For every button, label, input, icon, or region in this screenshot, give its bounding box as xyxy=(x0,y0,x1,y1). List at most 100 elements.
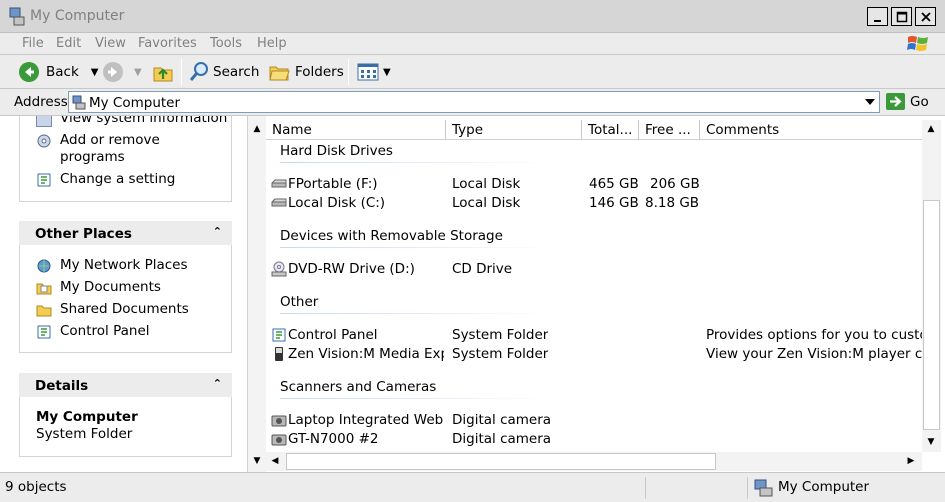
group-header-removable-storage: Devices with Removable Storage xyxy=(280,228,503,244)
add-remove-programs-icon xyxy=(37,134,51,148)
title-bar[interactable]: My Computer xyxy=(0,0,945,33)
place-my-documents[interactable]: My Documents xyxy=(36,279,161,296)
address-dropdown-button[interactable] xyxy=(861,92,879,112)
close-button[interactable] xyxy=(915,7,936,26)
views-icon xyxy=(357,63,379,81)
task-pane-scrollbar[interactable]: ▲ ▼ xyxy=(248,116,266,472)
chevron-down-icon[interactable]: ▼ xyxy=(91,67,99,78)
list-item[interactable]: GT-N7000 #2 Digital camera xyxy=(266,430,922,449)
collapse-chevron-icon[interactable]: ⌃ xyxy=(213,377,222,390)
address-label: Address xyxy=(14,94,68,110)
collapse-chevron-icon[interactable]: ⌃ xyxy=(213,225,222,238)
camera-icon xyxy=(271,415,287,427)
chevron-down-icon xyxy=(865,99,875,105)
hard-drive-icon xyxy=(271,179,287,188)
search-label: Search xyxy=(213,64,260,80)
scroll-down-icon[interactable]: ▼ xyxy=(248,452,266,470)
status-object-count: 9 objects xyxy=(0,477,646,499)
forward-arrow-icon xyxy=(103,62,123,82)
scroll-down-icon[interactable]: ▼ xyxy=(922,433,940,451)
go-button[interactable]: Go xyxy=(886,93,929,110)
minimize-button[interactable] xyxy=(867,7,888,26)
chevron-down-icon[interactable]: ▼ xyxy=(383,67,391,78)
window-title: My Computer xyxy=(30,8,125,24)
search-button[interactable]: Search xyxy=(188,60,259,84)
column-total[interactable]: Total... xyxy=(582,120,639,140)
scroll-up-icon[interactable]: ▲ xyxy=(248,120,266,138)
group-header-other: Other xyxy=(280,294,319,310)
menu-file[interactable]: File xyxy=(22,36,44,51)
other-places-header[interactable]: Other Places ⌃ xyxy=(19,221,232,245)
task-add-remove-programs[interactable]: Add or remove programs xyxy=(36,132,160,166)
shared-folder-icon xyxy=(36,305,52,317)
list-item[interactable]: Zen Vision:M Media Expl... System Folder… xyxy=(266,345,922,364)
scroll-thumb[interactable] xyxy=(923,200,940,430)
up-folder-icon xyxy=(153,67,173,82)
column-free[interactable]: Free ... xyxy=(639,120,700,140)
group-divider xyxy=(280,247,550,248)
group-header-hard-disk-drives: Hard Disk Drives xyxy=(280,143,393,159)
task-view-system-info[interactable]: View system information xyxy=(36,116,227,127)
group-divider xyxy=(280,162,550,163)
address-input[interactable]: My Computer xyxy=(68,91,880,113)
scroll-up-icon[interactable]: ▲ xyxy=(922,120,940,138)
my-documents-icon xyxy=(36,283,52,295)
column-comments[interactable]: Comments xyxy=(700,120,922,140)
control-panel-icon xyxy=(37,325,51,339)
list-item[interactable]: Laptop Integrated Web... Digital camera xyxy=(266,411,922,430)
details-name: My Computer xyxy=(36,409,138,425)
details-type: System Folder xyxy=(36,426,133,442)
list-item[interactable]: DVD-RW Drive (D:) CD Drive xyxy=(266,260,922,279)
list-item[interactable]: Control Panel System Folder Provides opt… xyxy=(266,326,922,345)
menu-tools[interactable]: Tools xyxy=(210,36,242,51)
back-arrow-icon xyxy=(19,62,39,82)
maximize-button[interactable] xyxy=(891,7,912,26)
status-bar: 9 objects My Computer xyxy=(0,472,945,502)
menu-edit[interactable]: Edit xyxy=(56,36,81,51)
my-computer-icon xyxy=(754,479,773,497)
menu-favorites[interactable]: Favorites xyxy=(138,36,197,51)
forward-button[interactable]: ▼ xyxy=(102,60,142,84)
scroll-right-icon[interactable]: ▶ xyxy=(902,452,920,470)
control-panel-icon xyxy=(37,173,51,187)
views-button[interactable]: ▼ xyxy=(357,60,391,84)
chevron-down-icon[interactable]: ▼ xyxy=(134,67,142,78)
menu-view[interactable]: View xyxy=(95,36,126,51)
place-shared-documents[interactable]: Shared Documents xyxy=(36,301,189,318)
toolbar: Back ▼ ▼ Search Folders ▼ xyxy=(0,55,945,89)
list-item[interactable]: FPortable (F:) Local Disk 465 GB 206 GB xyxy=(266,175,922,194)
windows-logo-icon xyxy=(907,36,928,51)
toolbar-separator xyxy=(181,59,182,85)
folders-icon xyxy=(269,66,290,81)
menu-help[interactable]: Help xyxy=(257,36,287,51)
file-list: Name Type Total... Free ... Comments Har… xyxy=(266,116,945,472)
camera-icon xyxy=(271,434,287,446)
file-list-vertical-scrollbar[interactable]: ▲ ▼ xyxy=(922,120,941,452)
group-header-scanners-cameras: Scanners and Cameras xyxy=(280,379,437,395)
file-list-horizontal-scrollbar[interactable]: ◀ ▶ xyxy=(266,452,922,471)
up-folder-button[interactable] xyxy=(152,60,174,84)
status-location: My Computer xyxy=(748,477,945,499)
place-my-network-places[interactable]: My Network Places xyxy=(36,257,188,274)
my-computer-icon xyxy=(72,95,86,110)
scroll-left-icon[interactable]: ◀ xyxy=(266,452,284,470)
system-info-icon xyxy=(36,116,52,127)
dvd-drive-icon xyxy=(271,261,287,277)
task-change-setting[interactable]: Change a setting xyxy=(36,171,175,188)
list-item[interactable]: Local Disk (C:) Local Disk 146 GB 8.18 G… xyxy=(266,194,922,213)
column-type[interactable]: Type xyxy=(446,120,582,140)
hard-drive-icon xyxy=(271,198,287,207)
menu-bar: File Edit View Favorites Tools Help xyxy=(0,33,945,55)
scroll-thumb[interactable] xyxy=(286,453,716,470)
folders-label: Folders xyxy=(295,64,344,80)
search-icon xyxy=(189,62,208,81)
back-button[interactable]: Back ▼ xyxy=(18,60,98,84)
details-header[interactable]: Details ⌃ xyxy=(19,373,232,397)
go-arrow-icon xyxy=(886,93,905,110)
place-control-panel[interactable]: Control Panel xyxy=(36,323,150,340)
go-label: Go xyxy=(910,93,929,110)
task-pane: View system information Add or remove pro… xyxy=(0,116,248,472)
media-player-icon xyxy=(275,347,283,361)
folders-button[interactable]: Folders xyxy=(268,60,344,84)
column-name[interactable]: Name xyxy=(266,120,446,140)
